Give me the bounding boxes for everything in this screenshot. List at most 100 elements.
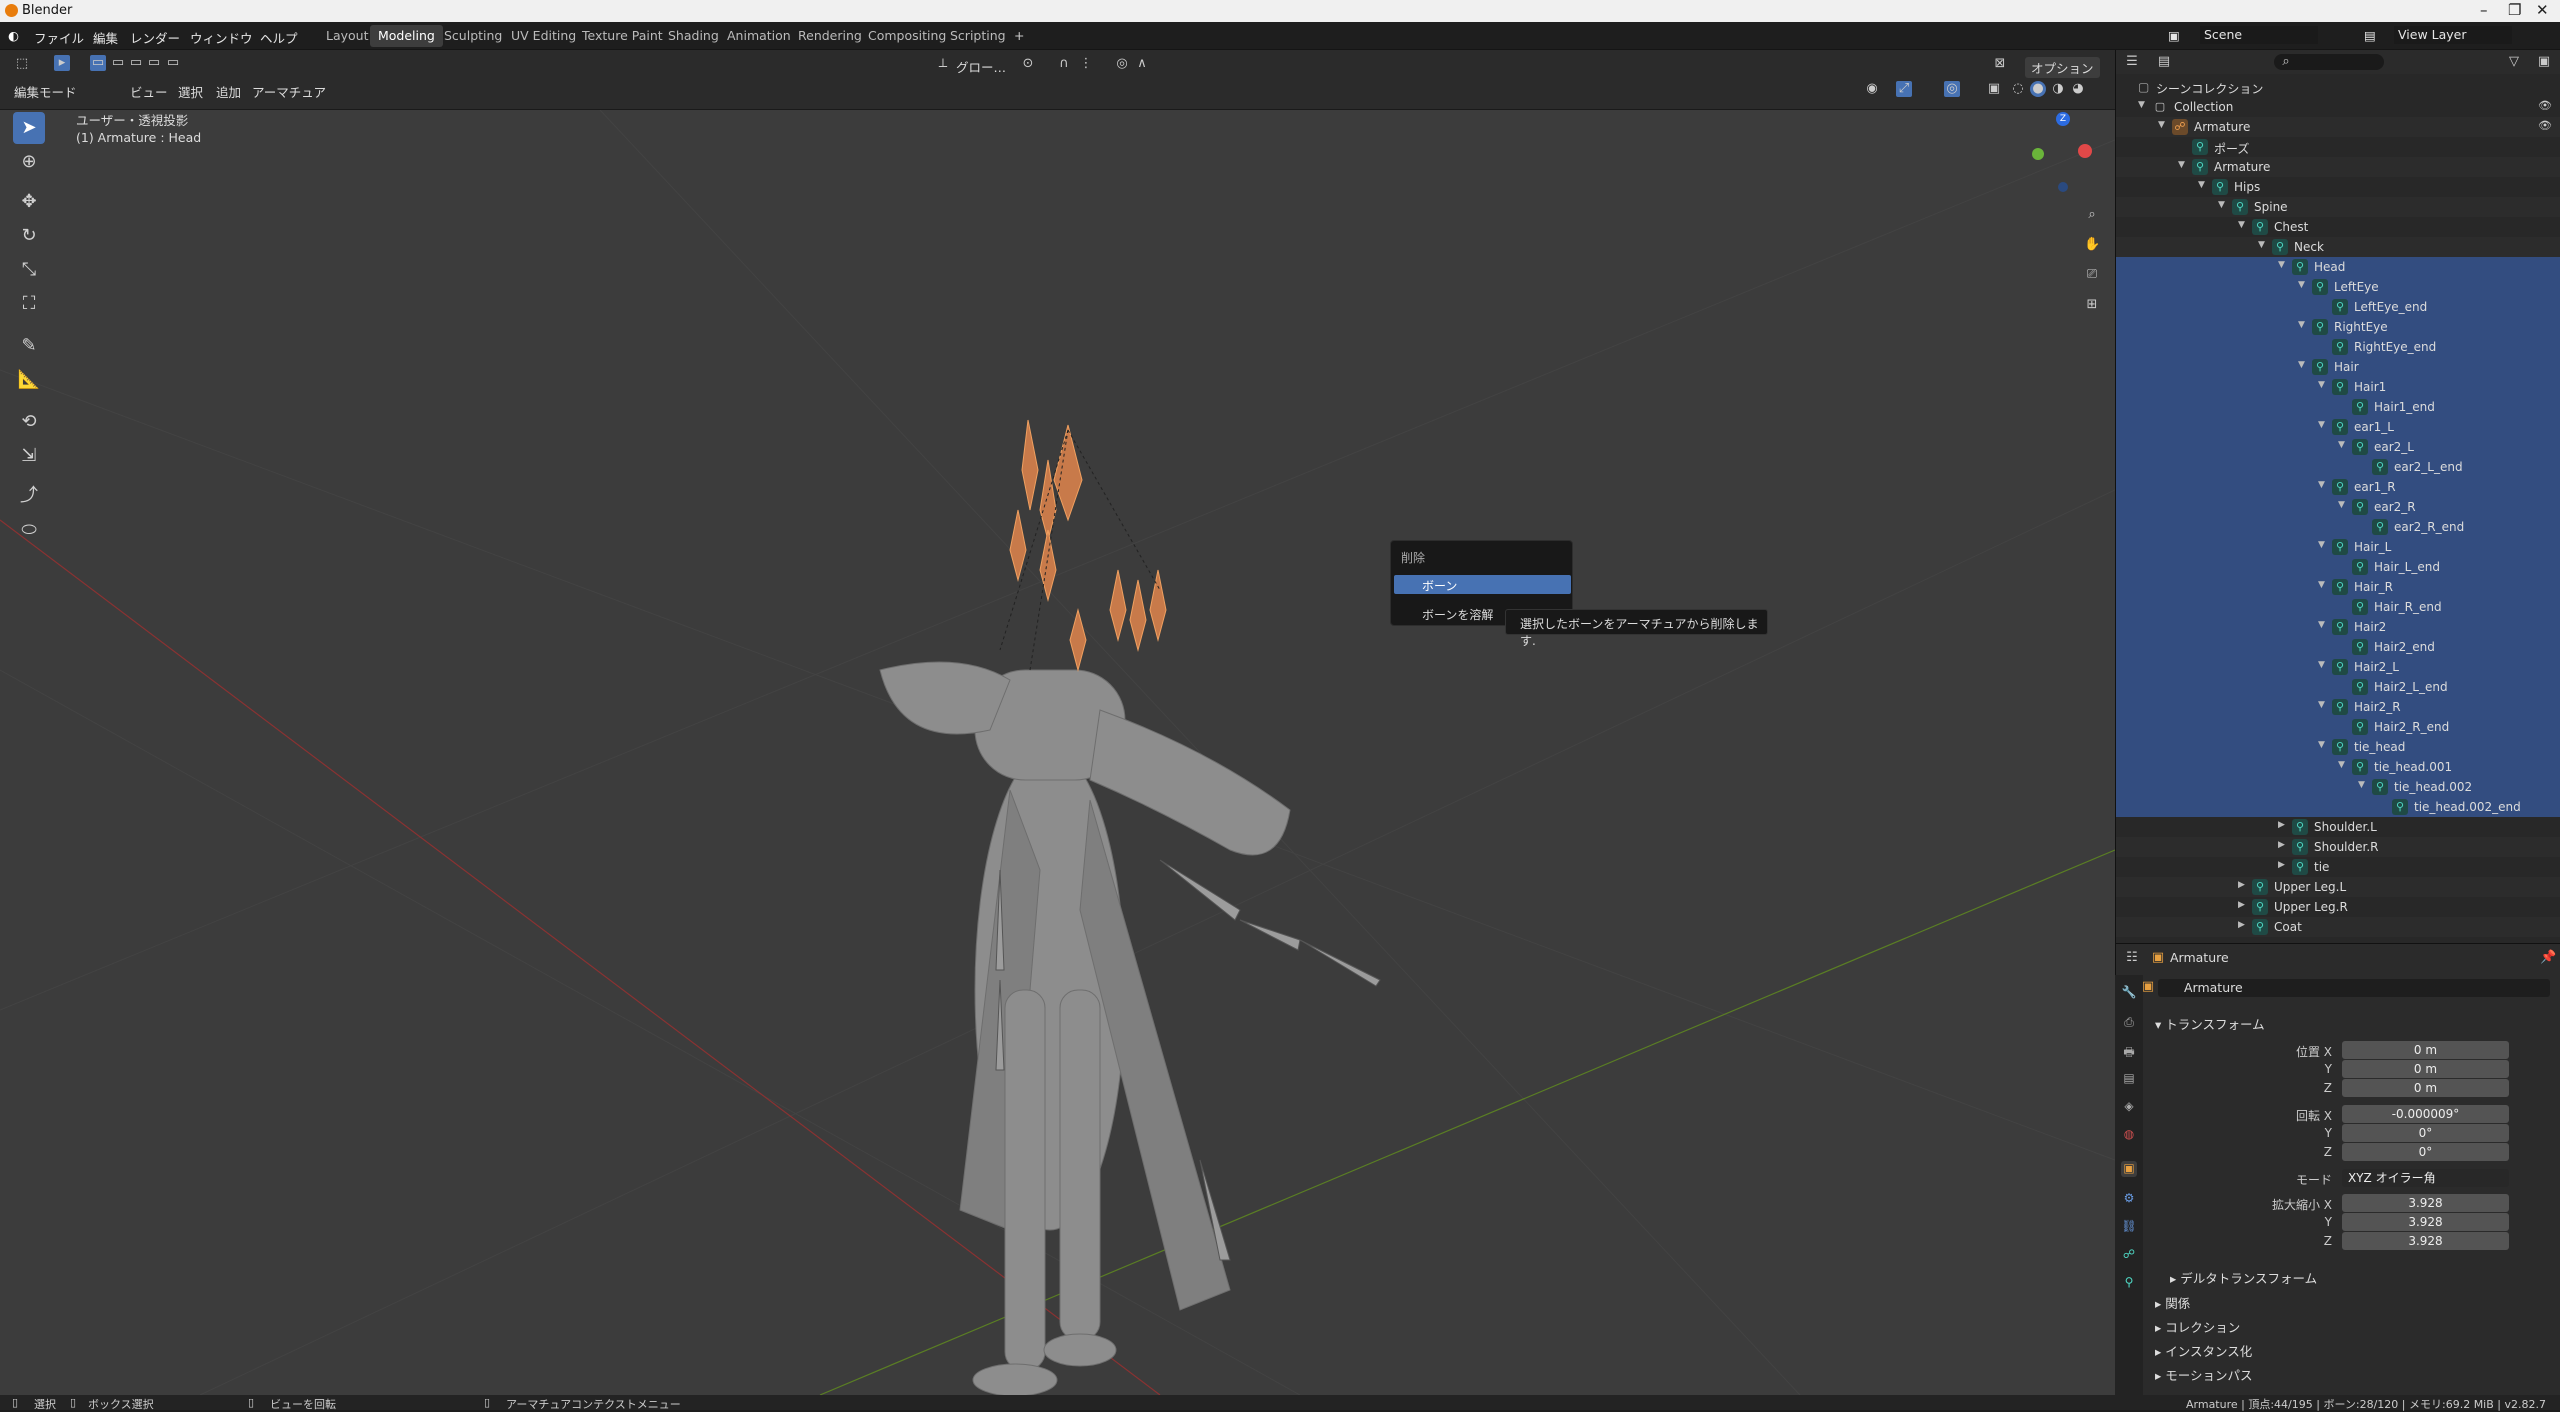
outliner-row[interactable]: ⚲ ポーズ: [2116, 137, 2560, 157]
box-select-subtract-icon[interactable]: ▭: [128, 55, 144, 71]
visibility-eye-icon[interactable]: 👁: [2538, 99, 2552, 112]
minimize-icon[interactable]: –: [2480, 1, 2488, 19]
select-tool-icon[interactable]: ➤: [13, 112, 45, 144]
menu-window[interactable]: ウィンドウ: [190, 28, 253, 47]
shading-rendered-icon[interactable]: ◕: [2070, 81, 2086, 97]
move-tool-icon[interactable]: ✥: [13, 186, 45, 218]
outliner-row[interactable]: ▼ ⚲ tie_head.001: [2116, 757, 2560, 777]
outliner-row[interactable]: ▼ ⚲ ear2_L: [2116, 437, 2560, 457]
expand-arrow-icon[interactable]: ▼: [2318, 740, 2325, 750]
outliner-row[interactable]: ⚲ Hair2_L_end: [2116, 677, 2560, 697]
expand-arrow-icon[interactable]: ▼: [2138, 100, 2145, 110]
outliner-row[interactable]: ▼ ⚲ Hair2_R: [2116, 697, 2560, 717]
outliner-row[interactable]: ⚲ Hair2_end: [2116, 637, 2560, 657]
expand-arrow-icon[interactable]: ▼: [2318, 660, 2325, 670]
outliner-root-row[interactable]: ▢ シーンコレクション: [2116, 77, 2560, 97]
motion-paths-panel[interactable]: ▸ モーションパス: [2155, 1365, 2253, 1384]
expand-arrow-icon[interactable]: ▼: [2358, 780, 2365, 790]
expand-arrow-icon[interactable]: ▼: [2318, 540, 2325, 550]
outliner-row[interactable]: ▶ ⚲ Shoulder.R: [2116, 837, 2560, 857]
menu-item-bone[interactable]: ボーン: [1394, 575, 1571, 594]
outliner-row[interactable]: ▼ ⚲ Neck: [2116, 237, 2560, 257]
options-dropdown[interactable]: オプション: [2025, 57, 2100, 78]
extrude-tool-icon[interactable]: ⤴: [13, 480, 45, 512]
annotate-tool-icon[interactable]: ✎: [13, 330, 45, 362]
outliner-row[interactable]: ▼ ⚲ LeftEye: [2116, 277, 2560, 297]
rotation-x-field[interactable]: -0.000009°: [2342, 1105, 2509, 1123]
roll-tool-icon[interactable]: ⟲: [13, 406, 45, 438]
menu-edit[interactable]: 編集: [93, 28, 118, 47]
expand-arrow-icon[interactable]: ▼: [2298, 320, 2305, 330]
outliner-editor-icon[interactable]: ☰: [2124, 54, 2140, 70]
location-z-field[interactable]: 0 m: [2342, 1079, 2509, 1097]
expand-arrow-icon[interactable]: ▼: [2318, 480, 2325, 490]
3d-viewport[interactable]: ユーザー・透視投影 (1) Armature : Head Z ⌕ ✋ ⎚ ⊞: [0, 110, 2115, 1395]
view-layer-icon[interactable]: ▤: [2364, 28, 2376, 43]
render-tab-icon[interactable]: ⎙: [2121, 1015, 2137, 1031]
tab-sculpting[interactable]: Sculpting: [436, 25, 510, 47]
outliner-row[interactable]: ▼ ⚲ Hair2: [2116, 617, 2560, 637]
outliner-row[interactable]: ▼ ⚲ Chest: [2116, 217, 2560, 237]
outliner-row[interactable]: ▶ ⚲ Shoulder.L: [2116, 817, 2560, 837]
outliner-row[interactable]: ▼ ⚲ Hair1: [2116, 377, 2560, 397]
pin-icon[interactable]: 📌: [2540, 950, 2556, 966]
menu-file[interactable]: ファイル: [34, 28, 84, 47]
expand-arrow-icon[interactable]: ▼: [2178, 160, 2185, 170]
menu-help[interactable]: ヘルプ: [260, 28, 298, 47]
add-workspace-icon[interactable]: +: [1006, 25, 1032, 47]
restore-icon[interactable]: ❐: [2508, 1, 2521, 19]
menu-select[interactable]: 選択: [178, 82, 203, 101]
expand-arrow-icon[interactable]: ▼: [2158, 120, 2165, 130]
xray-toggle-icon[interactable]: ▣: [1986, 81, 2002, 97]
properties-editor-icon[interactable]: ☷: [2124, 950, 2140, 966]
snap-icon[interactable]: ∩: [1056, 56, 1072, 72]
outliner-row[interactable]: ▼ ☍ Armature 👁: [2116, 117, 2560, 137]
outliner-row[interactable]: ▼ ⚲ Hair2_L: [2116, 657, 2560, 677]
editor-type-icon[interactable]: ⬚: [14, 56, 30, 72]
outliner-row[interactable]: ▼ ⚲ ear1_L: [2116, 417, 2560, 437]
outliner-row[interactable]: ▼ ⚲ Head: [2116, 257, 2560, 277]
expand-arrow-icon[interactable]: ▼: [2318, 620, 2325, 630]
ortho-grid-icon[interactable]: ⊞: [2084, 297, 2100, 313]
zoom-icon[interactable]: ⌕: [2084, 207, 2100, 223]
filter-icon[interactable]: ▽: [2506, 54, 2522, 70]
expand-arrow-icon[interactable]: ▼: [2338, 500, 2345, 510]
object-tab-icon[interactable]: ▣: [2121, 1161, 2137, 1177]
outliner-row[interactable]: ▼ ⚲ tie_head.002: [2116, 777, 2560, 797]
outliner-row[interactable]: ⚲ RightEye_end: [2116, 337, 2560, 357]
rotate-tool-icon[interactable]: ↻: [13, 220, 45, 252]
collapse-arrow-icon[interactable]: ▶: [2238, 920, 2245, 930]
proportional-icon[interactable]: ◎: [1114, 56, 1130, 72]
bone-envelope-tool-icon[interactable]: ⬭: [13, 514, 45, 546]
scale-y-field[interactable]: 3.928: [2342, 1213, 2509, 1231]
outliner-row[interactable]: ▶ ⚲ Coat: [2116, 917, 2560, 937]
outliner-row[interactable]: ⚲ Hair1_end: [2116, 397, 2560, 417]
expand-arrow-icon[interactable]: ▼: [2318, 700, 2325, 710]
tab-compositing[interactable]: Compositing: [860, 25, 954, 47]
expand-arrow-icon[interactable]: ▼: [2218, 200, 2225, 210]
scale-z-field[interactable]: 3.928: [2342, 1232, 2509, 1250]
tab-uv-editing[interactable]: UV Editing: [503, 25, 584, 47]
neg-z-axis-icon[interactable]: [2058, 182, 2068, 192]
shading-material-icon[interactable]: ◑: [2050, 81, 2066, 97]
modifier-tab-icon[interactable]: ⚙: [2121, 1191, 2137, 1207]
expand-arrow-icon[interactable]: ▼: [2198, 180, 2205, 190]
scale-tool-icon[interactable]: ⤡: [13, 254, 45, 286]
outliner-row[interactable]: ⚲ Hair_R_end: [2116, 597, 2560, 617]
outliner-row[interactable]: ⚲ ear2_R_end: [2116, 517, 2560, 537]
collections-panel[interactable]: ▸ コレクション: [2155, 1317, 2240, 1336]
expand-arrow-icon[interactable]: ▼: [2278, 260, 2285, 270]
navigation-gizmo[interactable]: Z: [2028, 110, 2098, 200]
pan-hand-icon[interactable]: ✋: [2084, 237, 2100, 253]
tab-modeling[interactable]: Modeling: [370, 25, 443, 47]
cursor-tool-icon[interactable]: ⊕: [13, 146, 45, 178]
scene-tab-icon[interactable]: ◈: [2121, 1099, 2137, 1115]
z-axis-icon[interactable]: Z: [2056, 112, 2070, 126]
outliner-row[interactable]: ▶ ⚲ Upper Leg.R: [2116, 897, 2560, 917]
transform-orientation-dropdown[interactable]: グロー…: [956, 57, 1006, 76]
box-select-intersect-icon[interactable]: ▭: [165, 55, 181, 71]
outliner[interactable]: ☰ ▤ ⌕ ▽ ▣ ▢ シーンコレクション ▼ ▢ Collection 👁 ▼ ☍ Arm…: [2115, 50, 2560, 943]
outliner-row[interactable]: ▼ ⚲ tie_head: [2116, 737, 2560, 757]
outliner-row[interactable]: ⚲ LeftEye_end: [2116, 297, 2560, 317]
instancing-panel[interactable]: ▸ インスタンス化: [2155, 1341, 2252, 1360]
